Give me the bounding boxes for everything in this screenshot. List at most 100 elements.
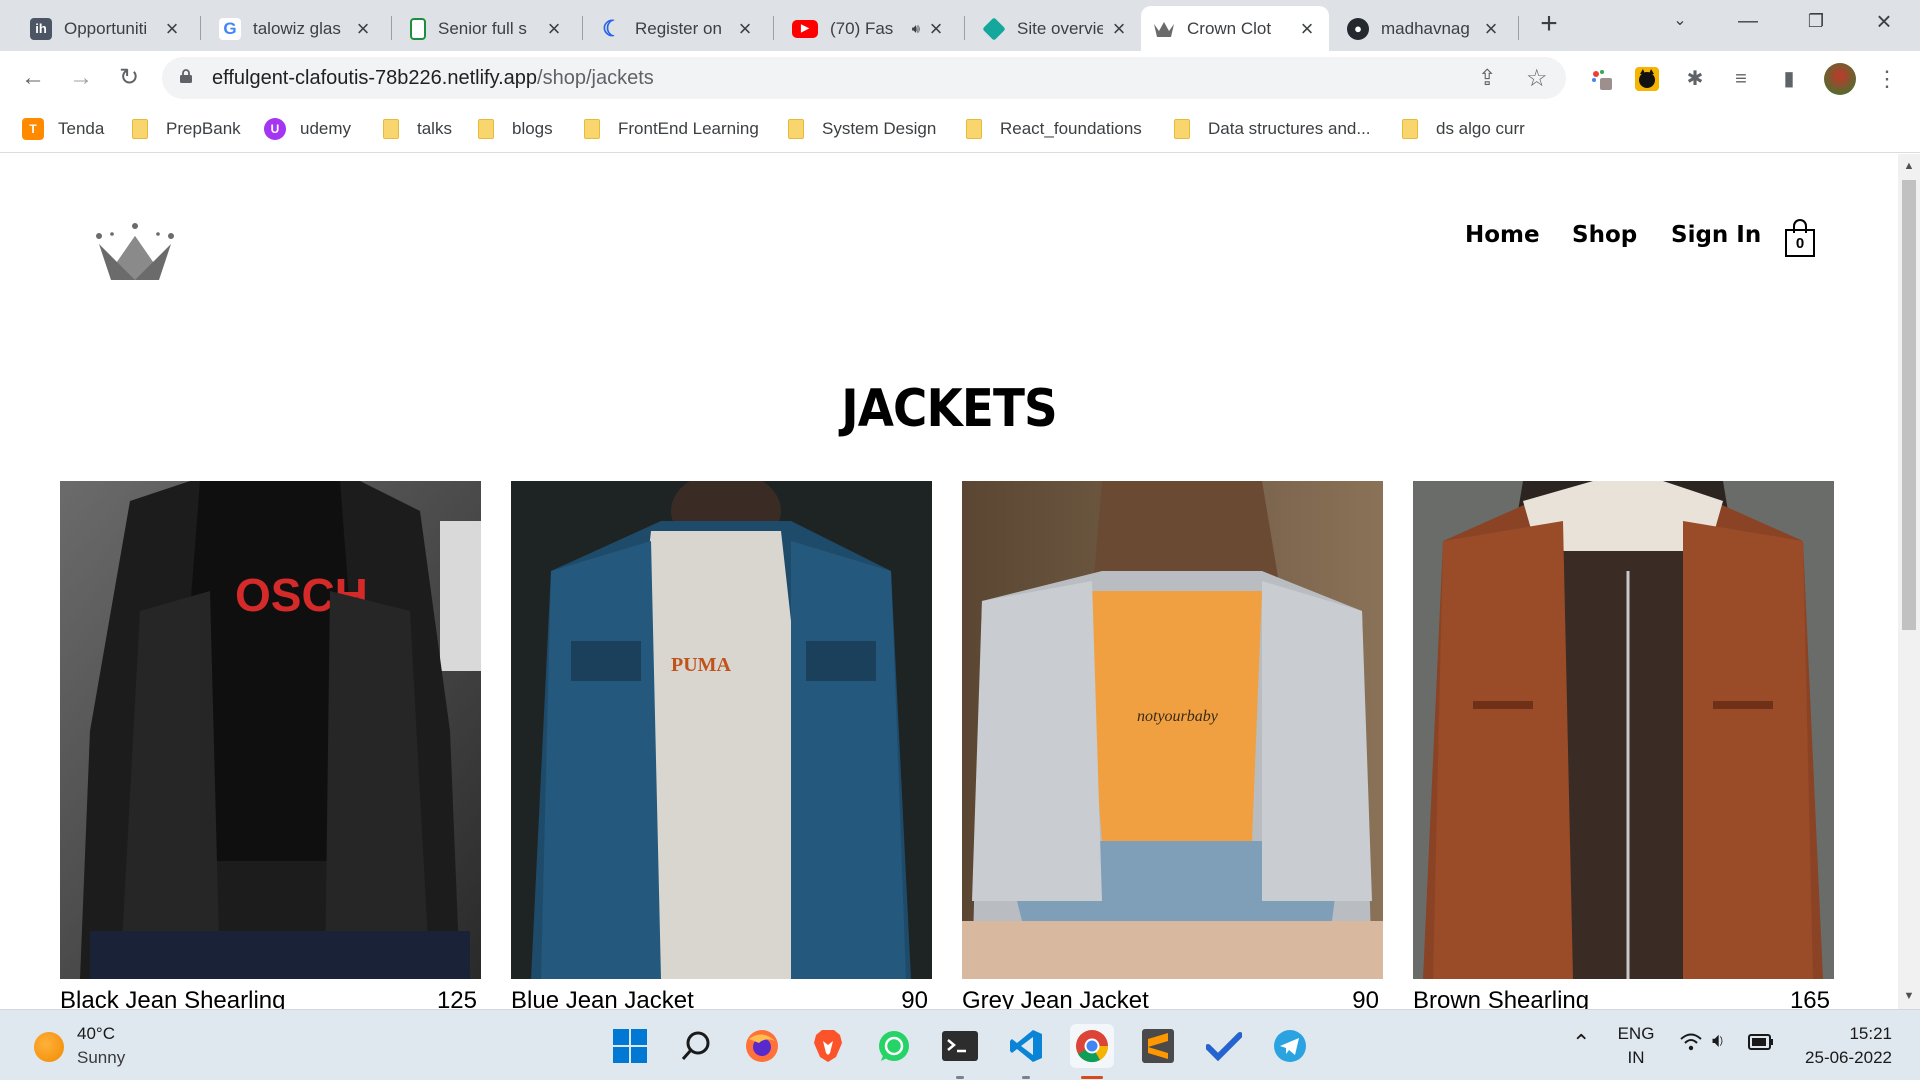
bookmark-tenda[interactable]: T Tenda (22, 117, 104, 141)
nav-home-link[interactable]: Home (1465, 222, 1540, 248)
tab-talowiz[interactable]: G talowiz glas × (207, 6, 385, 51)
minimize-button[interactable]: — (1720, 0, 1776, 42)
bookmark-prepbank[interactable]: PrepBank (132, 117, 241, 141)
bookmark-talks[interactable]: talks (383, 117, 452, 141)
close-tab-icon[interactable]: × (1297, 17, 1317, 39)
bookmark-blogs[interactable]: blogs (478, 117, 553, 141)
product-card[interactable]: OSCH Black Jean Shearling 125 (60, 481, 481, 1009)
restore-button[interactable]: ❐ (1788, 0, 1844, 42)
extension-colorful-icon[interactable] (1588, 66, 1614, 92)
folder-icon (1402, 119, 1418, 139)
bookmark-udemy[interactable]: U udemy (264, 117, 351, 141)
extension-cat-icon[interactable] (1634, 66, 1660, 92)
close-tab-icon[interactable]: × (735, 17, 755, 39)
search-button[interactable] (674, 1024, 718, 1068)
tray-overflow-chevron-icon[interactable]: ⌃ (1572, 1030, 1590, 1056)
url-text[interactable]: effulgent-clafoutis-78b226.netlify.app/s… (212, 67, 654, 90)
running-indicator (956, 1076, 964, 1079)
tab-crown-clothing[interactable]: Crown Clot × (1141, 6, 1329, 51)
taskbar-whatsapp[interactable] (872, 1024, 916, 1068)
bookmark-react-foundations[interactable]: React_foundations (966, 117, 1142, 141)
bookmark-label: blogs (512, 119, 553, 138)
bookmark-system-design[interactable]: System Design (788, 117, 936, 141)
scroll-down-arrow-icon[interactable]: ▼ (1898, 990, 1920, 1002)
product-card[interactable]: PUMA Blue Jean Jacket 90 (511, 481, 932, 1009)
nav-sign-in-link[interactable]: Sign In (1671, 222, 1761, 248)
crown-logo-icon[interactable] (95, 222, 175, 282)
tab-github[interactable]: ● madhavnag × (1335, 6, 1513, 51)
taskbar-sublime[interactable] (1136, 1024, 1180, 1068)
scroll-up-arrow-icon[interactable]: ▲ (1898, 160, 1920, 172)
nav-shop-link[interactable]: Shop (1572, 222, 1637, 248)
url-host: effulgent-clafoutis-78b226.netlify.app (212, 67, 538, 89)
back-button[interactable]: ← (18, 63, 48, 93)
close-window-button[interactable]: × (1856, 0, 1912, 42)
close-tab-icon[interactable]: × (926, 17, 946, 39)
clock-date: 25-06-2022 (1805, 1048, 1892, 1067)
tab-youtube[interactable]: ▶ (70) Fas 🔊︎ × (780, 6, 958, 51)
scrollbar-thumb[interactable] (1902, 180, 1916, 630)
shopping-bag-icon[interactable]: 0 (1783, 219, 1817, 259)
taskbar-chrome[interactable] (1070, 1024, 1114, 1068)
bookmark-ds-algo-curr[interactable]: ds algo curr (1402, 117, 1525, 141)
active-app-indicator (1081, 1076, 1103, 1079)
clock[interactable]: 15:21 25-06-2022 (1792, 1024, 1892, 1068)
audio-playing-icon[interactable]: 🔊︎ (912, 21, 920, 37)
sun-icon[interactable] (34, 1032, 64, 1062)
product-image-grey-jean-jacket[interactable]: notyourbaby (962, 481, 1383, 979)
share-icon[interactable]: ⇪ (1478, 65, 1496, 91)
tab-title: Crown Clot (1187, 18, 1272, 38)
tab-senior-full[interactable]: Senior full s × (398, 6, 576, 51)
media-control-icon[interactable]: ≡ (1728, 66, 1754, 92)
tab-search-icon[interactable]: ⌄ (1652, 0, 1708, 42)
taskbar-terminal[interactable] (938, 1024, 982, 1068)
product-image-blue-jean-jacket[interactable]: PUMA (511, 481, 932, 979)
address-bar[interactable]: effulgent-clafoutis-78b226.netlify.app/s… (162, 57, 1566, 99)
wifi-icon[interactable] (1680, 1032, 1702, 1057)
input-language[interactable]: ENG IN (1616, 1024, 1656, 1068)
bookmark-label: PrepBank (166, 119, 241, 138)
extensions-puzzle-icon[interactable]: ✱ (1682, 66, 1708, 92)
product-image-brown-shearling[interactable] (1413, 481, 1834, 979)
tab-opportunities[interactable]: ih Opportuniti × (18, 6, 194, 51)
volume-icon[interactable]: 🔉︎ (1712, 1030, 1725, 1053)
close-tab-icon[interactable]: × (162, 17, 182, 39)
tab-site-overview[interactable]: Site overvie × (971, 6, 1141, 51)
new-tab-button[interactable]: + (1534, 9, 1564, 40)
taskbar-vscode[interactable] (1004, 1024, 1048, 1068)
profile-avatar[interactable] (1824, 63, 1856, 95)
search-icon (681, 1031, 710, 1060)
side-panel-icon[interactable]: ▮ (1776, 66, 1802, 92)
tab-register[interactable]: ☾ Register on × (589, 6, 767, 51)
close-tab-icon[interactable]: × (1109, 17, 1129, 39)
close-tab-icon[interactable]: × (544, 17, 564, 39)
product-card[interactable]: notyourbaby Grey Jean Jacket 90 (962, 481, 1383, 1009)
taskbar-firefox[interactable] (740, 1024, 784, 1068)
lock-icon[interactable] (180, 69, 192, 83)
bookmark-data-structures[interactable]: Data structures and... (1174, 117, 1371, 141)
weather-temperature[interactable]: 40°C (77, 1024, 115, 1044)
taskbar-telegram[interactable] (1268, 1024, 1312, 1068)
folder-icon (383, 119, 399, 139)
chrome-icon (1076, 1030, 1109, 1063)
taskbar-brave[interactable] (806, 1024, 850, 1068)
product-card[interactable]: Brown Shearling 165 (1413, 481, 1834, 1009)
taskbar-todo[interactable] (1202, 1024, 1246, 1068)
product-image-black-jean-shearling[interactable]: OSCH (60, 481, 481, 979)
menu-kebab-icon[interactable]: ⋮ (1874, 66, 1900, 92)
folder-icon (966, 119, 982, 139)
github-icon: ● (1347, 17, 1369, 40)
folder-icon (1174, 119, 1190, 139)
bookmark-frontend-learning[interactable]: FrontEnd Learning (584, 117, 759, 141)
weather-condition[interactable]: Sunny (77, 1048, 125, 1068)
battery-icon[interactable] (1748, 1034, 1774, 1055)
product-price: 90 (901, 987, 928, 1009)
page-scrollbar[interactable]: ▲ ▼ (1898, 154, 1920, 1009)
close-tab-icon[interactable]: × (353, 17, 373, 39)
close-tab-icon[interactable]: × (1481, 17, 1501, 39)
reload-button[interactable]: ↻ (114, 63, 144, 93)
region-code: IN (1627, 1048, 1645, 1067)
start-button[interactable] (608, 1024, 652, 1068)
forward-button[interactable]: → (66, 63, 96, 93)
bookmark-star-icon[interactable]: ☆ (1526, 64, 1548, 93)
